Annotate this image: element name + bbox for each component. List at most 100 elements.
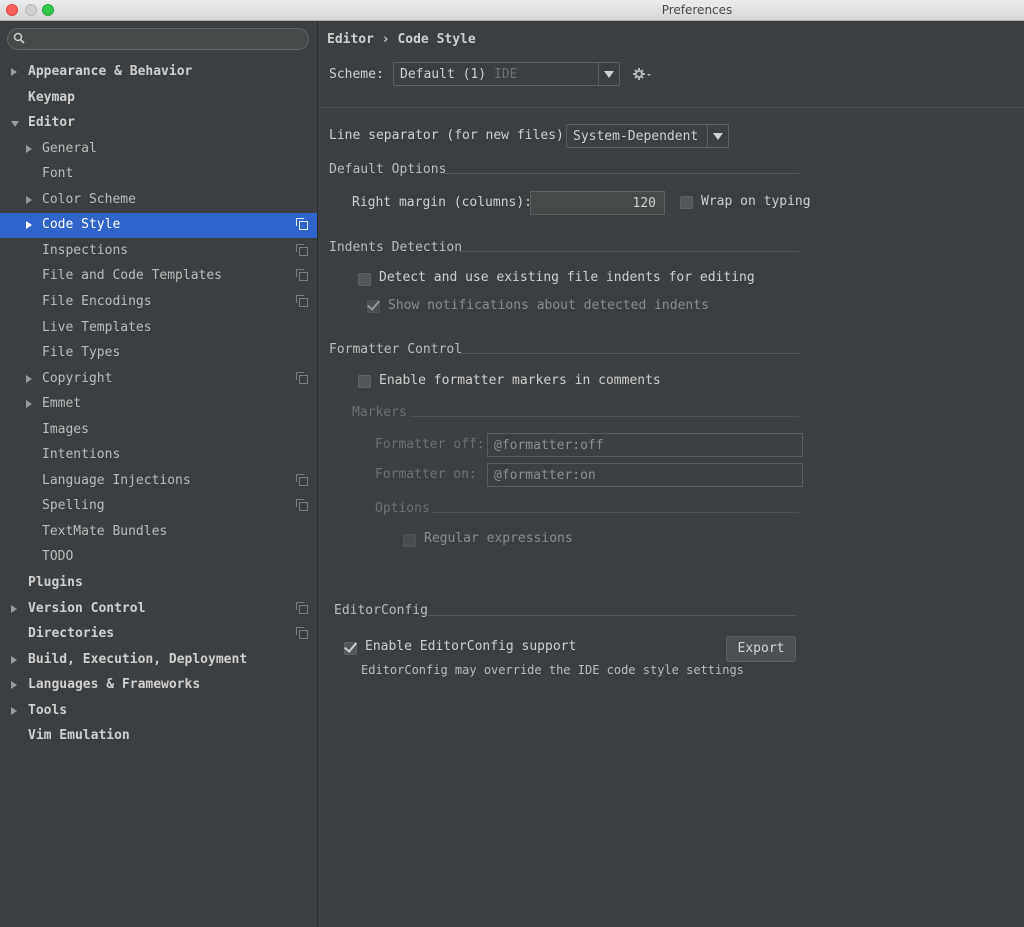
search-icon [13,32,25,44]
sidebar-item-keymap[interactable]: Keymap [0,86,317,111]
sidebar-item-label: Editor [28,115,75,131]
header-divider [318,107,1024,108]
settings-sidebar: Appearance & Behavior Keymap Editor General… [0,21,318,927]
regular-expressions-label: Regular expressions [424,531,573,546]
sidebar-item-label: Keymap [28,89,75,105]
chevron-right-icon[interactable] [11,706,17,715]
chevron-right-icon[interactable] [26,400,32,409]
chevron-right-icon[interactable] [26,144,32,153]
breadcrumb: Editor › Code Style [327,32,476,47]
chevron-right-icon[interactable] [26,221,32,230]
formatter-control-title: Formatter Control [329,342,463,357]
scheme-scope: IDE [494,67,518,82]
right-margin-label: Right margin (columns): [352,195,533,210]
sidebar-item-languages-frameworks[interactable]: Languages & Frameworks [0,673,317,698]
sidebar-item-file-encodings[interactable]: File Encodings [0,290,317,315]
editorconfig-title: EditorConfig [334,603,428,618]
enable-editorconfig-label: Enable EditorConfig support [365,639,577,654]
section-divider [410,416,799,417]
right-margin-input[interactable]: 120 [530,191,665,215]
wrap-on-typing-checkbox[interactable] [680,196,693,209]
sidebar-item-build-execution-deployment[interactable]: Build, Execution, Deployment [0,648,317,673]
chevron-down-icon[interactable] [598,63,619,85]
sidebar-item-spelling[interactable]: Spelling [0,494,317,519]
sidebar-item-emmet[interactable]: Emmet [0,392,317,417]
sidebar-item-label: Live Templates [42,319,152,335]
regular-expressions-checkbox[interactable] [403,534,416,547]
enable-formatter-markers-label: Enable formatter markers in comments [379,373,661,388]
right-margin-value: 120 [632,196,656,211]
formatter-off-input[interactable]: @formatter:off [487,433,803,457]
chevron-right-icon[interactable] [26,374,32,383]
sidebar-item-label: Code Style [42,217,121,233]
chevron-right-icon[interactable] [11,68,17,76]
sidebar-item-intentions[interactable]: Intentions [0,443,317,468]
show-notifications-checkbox[interactable] [366,297,381,313]
title-bar: Preferences [0,0,1024,21]
formatter-off-value: @formatter:off [494,438,604,453]
sidebar-item-images[interactable]: Images [0,418,317,443]
sidebar-item-textmate-bundles[interactable]: TextMate Bundles [0,520,317,545]
chevron-right-icon[interactable] [11,681,17,690]
sidebar-item-copyright[interactable]: Copyright [0,367,317,392]
sidebar-item-label: Color Scheme [42,191,136,207]
sidebar-item-label: Plugins [28,575,83,590]
sidebar-item-code-style[interactable]: Code Style [0,213,317,239]
sidebar-item-label: TODO [42,549,74,565]
sidebar-item-inspections[interactable]: Inspections [0,239,317,264]
project-settings-icon [296,294,308,307]
sidebar-item-label: Language Injections [42,472,191,488]
chevron-down-icon[interactable] [11,121,19,128]
project-settings-icon [296,627,308,640]
sidebar-item-label: Intentions [42,447,121,463]
sidebar-item-todo[interactable]: TODO [0,545,317,570]
line-separator-select[interactable]: System-Dependent [566,124,729,148]
project-settings-icon [296,218,308,231]
detect-indents-checkbox[interactable] [358,273,371,286]
enable-formatter-markers-checkbox[interactable] [358,375,371,388]
chevron-right-icon[interactable] [11,604,17,613]
wrap-on-typing-label: Wrap on typing [701,194,811,209]
sidebar-item-directories[interactable]: Directories [0,622,317,647]
gear-icon[interactable] [632,67,652,85]
sidebar-item-file-types[interactable]: File Types [0,341,317,366]
search-input[interactable] [7,28,309,50]
chevron-right-icon[interactable] [26,195,32,204]
sidebar-item-label: Vim Emulation [28,728,130,744]
sidebar-item-general[interactable]: General [0,137,317,162]
sidebar-item-tools[interactable]: Tools [0,699,317,724]
check-icon [366,297,381,311]
markers-title: Markers [352,405,407,420]
sidebar-item-version-control[interactable]: Version Control [0,597,317,622]
scheme-value: Default (1) [400,67,487,82]
sidebar-item-editor[interactable]: Editor [0,111,317,136]
sidebar-item-language-injections[interactable]: Language Injections [0,469,317,494]
sidebar-item-vim-emulation[interactable]: Vim Emulation [0,724,317,749]
line-separator-label: Line separator (for new files): [329,128,572,143]
enable-editorconfig-checkbox[interactable] [343,639,358,655]
sidebar-item-label: Languages & Frameworks [28,677,201,693]
sidebar-item-plugins[interactable]: Plugins [0,571,317,596]
project-settings-icon [296,371,308,384]
sidebar-item-label: File Types [42,345,121,361]
chevron-right-icon[interactable] [11,655,17,664]
sidebar-item-font[interactable]: Font [0,162,317,187]
sidebar-item-label: Font [42,166,74,182]
formatter-on-input[interactable]: @formatter:on [487,463,803,487]
detect-indents-label: Detect and use existing file indents for… [379,270,755,285]
project-settings-icon [296,269,308,282]
sidebar-item-file-and-code-templates[interactable]: File and Code Templates [0,264,317,289]
sidebar-item-live-templates[interactable]: Live Templates [0,316,317,341]
chevron-down-icon[interactable] [707,125,728,147]
editorconfig-note: EditorConfig may override the IDE code s… [361,663,744,677]
sidebar-item-color-scheme[interactable]: Color Scheme [0,188,317,213]
section-divider [460,353,799,354]
sidebar-item-label: Version Control [28,600,146,616]
sidebar-item-label: Inspections [42,242,129,258]
scheme-select[interactable]: Default (1) IDE [393,62,620,86]
sidebar-item-label: Spelling [42,498,105,514]
project-settings-icon [296,601,308,614]
sidebar-item-label: File and Code Templates [42,268,223,284]
sidebar-item-appearance-behavior[interactable]: Appearance & Behavior [0,60,317,85]
export-button[interactable]: Export [726,636,796,662]
